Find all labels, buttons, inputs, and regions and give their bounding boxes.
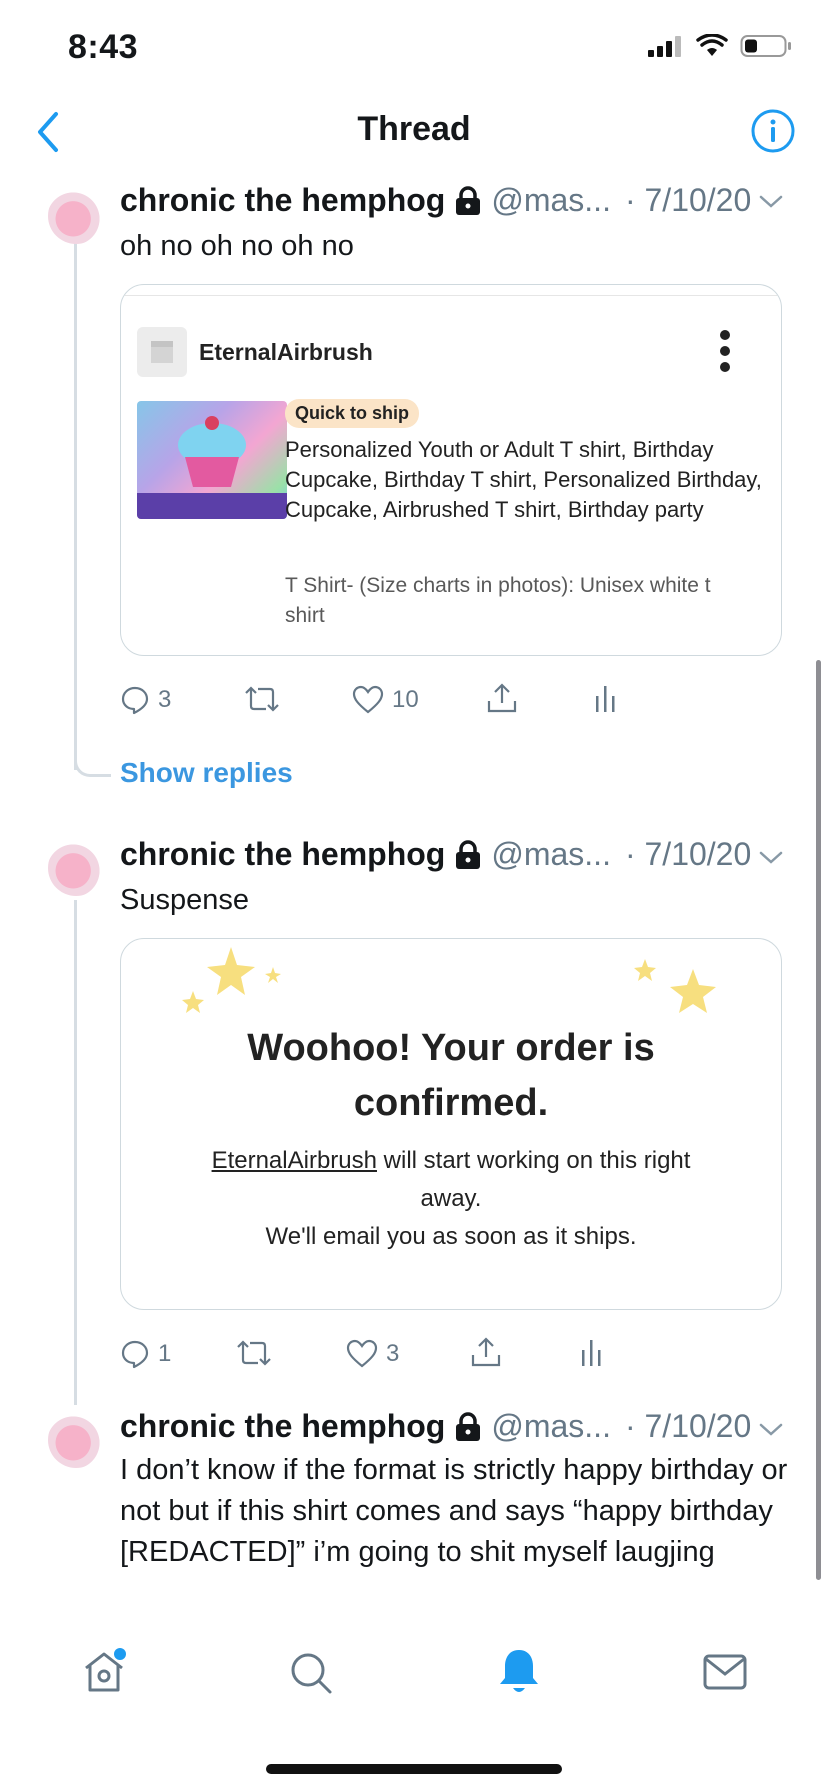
share-icon[interactable] [470, 1336, 502, 1368]
tweet-text: I don’t know if the format is strictly h… [120, 1454, 788, 1568]
tweet-header: chronic the hemphog @mas... · 7/10/20 [120, 182, 790, 219]
tweet-actions: 3 10 [120, 680, 640, 720]
wifi-icon [696, 34, 728, 56]
avatar[interactable] [48, 840, 104, 896]
retweet-icon[interactable] [236, 1338, 272, 1368]
handle: @mas... [491, 1408, 611, 1444]
tab-home[interactable] [80, 1648, 128, 1701]
status-icons [648, 34, 792, 58]
reply-button[interactable]: 3 [120, 685, 171, 715]
order-message-line2: We'll email you as soon as it ships. [265, 1223, 637, 1250]
show-replies-link[interactable]: Show replies [120, 757, 293, 789]
handle: @mas... [491, 182, 611, 218]
reply-icon [121, 686, 149, 715]
more-options-icon[interactable] [719, 329, 731, 373]
lock-icon [456, 1411, 481, 1441]
product-image [137, 401, 287, 519]
tweet-header: chronic the hemphog @mas... · 7/10/20 [120, 836, 790, 873]
info-icon[interactable] [750, 108, 796, 154]
share-icon[interactable] [486, 682, 518, 714]
like-icon [352, 685, 384, 714]
avatar[interactable] [48, 188, 104, 244]
tweet-date: · 7/10/20 [624, 1408, 752, 1444]
like-count: 3 [386, 1340, 400, 1367]
store-name: EternalAirbrush [199, 339, 373, 365]
chevron-down-icon[interactable] [758, 194, 784, 210]
reply-count: 1 [158, 1340, 172, 1367]
tab-bar [0, 1620, 828, 1730]
lock-icon [456, 839, 481, 869]
chevron-down-icon[interactable] [758, 850, 784, 866]
thread-line-connector [74, 740, 111, 777]
cupcake-graphic [137, 416, 287, 519]
reply-icon [121, 1340, 149, 1369]
display-name[interactable]: chronic the hemphog [120, 182, 445, 219]
thread-line [74, 900, 77, 1405]
handle: @mas... [491, 836, 611, 872]
product-title: Personalized Youth or Adult T shirt, Bir… [285, 437, 762, 522]
home-indicator [266, 1764, 562, 1774]
tab-search[interactable] [288, 1650, 334, 1701]
tab-notifications[interactable] [496, 1646, 542, 1701]
order-message-line1: will start working on this right away. [376, 1147, 691, 1212]
image-card[interactable]: Woohoo! Your order is confirmed. Eternal… [120, 938, 782, 1310]
signal-icon [648, 36, 681, 57]
page-title: Thread [357, 110, 471, 148]
quick-ship-badge: Quick to ship [285, 399, 420, 428]
lock-icon [456, 185, 481, 215]
display-name[interactable]: chronic the hemphog [120, 836, 445, 873]
scrollbar[interactable] [816, 660, 821, 1580]
link-card[interactable]: EternalAirbrush Quick to ship Personaliz… [120, 284, 782, 656]
thread-line [74, 240, 77, 770]
tweet-text: oh no oh no oh no [120, 230, 354, 262]
notifications-icon [500, 1650, 538, 1692]
messages-icon [703, 1654, 747, 1690]
analytics-icon[interactable] [594, 684, 618, 714]
battery-icon [740, 35, 791, 57]
tweet-date: · 7/10/20 [624, 182, 752, 218]
chevron-down-icon[interactable] [758, 1422, 784, 1438]
stars-decoration-left [182, 947, 281, 1013]
like-count: 10 [392, 686, 419, 713]
store-link: EternalAirbrush [211, 1147, 377, 1174]
retweet-icon[interactable] [244, 684, 280, 714]
order-confirmed-title: Woohoo! Your order is confirmed. [247, 1027, 655, 1124]
tweet-actions: 1 3 [120, 1334, 640, 1374]
like-icon [346, 1339, 378, 1368]
product-description: T Shirt- (Size charts in photos): Unisex… [285, 574, 711, 627]
reply-button[interactable]: 1 [120, 1339, 171, 1369]
card-top-border [121, 285, 781, 296]
shop-icon [151, 341, 173, 363]
tweet-date: · 7/10/20 [624, 836, 752, 872]
tab-messages[interactable] [702, 1652, 748, 1697]
search-icon [291, 1653, 332, 1694]
order-message: EternalAirbrush will start working on th… [181, 1142, 721, 1256]
home-icon [85, 1648, 126, 1692]
status-time: 8:43 [68, 28, 139, 66]
store-icon [137, 327, 187, 377]
avatar[interactable] [48, 1412, 104, 1468]
tweet-text: Suspense [120, 884, 249, 916]
analytics-icon[interactable] [580, 1338, 604, 1368]
display-name[interactable]: chronic the hemphog [120, 1408, 445, 1445]
like-button[interactable]: 3 [346, 1339, 399, 1369]
like-button[interactable]: 10 [352, 685, 419, 715]
reply-count: 3 [158, 686, 172, 713]
tweet-header: chronic the hemphog @mas... · 7/10/20 [120, 1408, 790, 1445]
